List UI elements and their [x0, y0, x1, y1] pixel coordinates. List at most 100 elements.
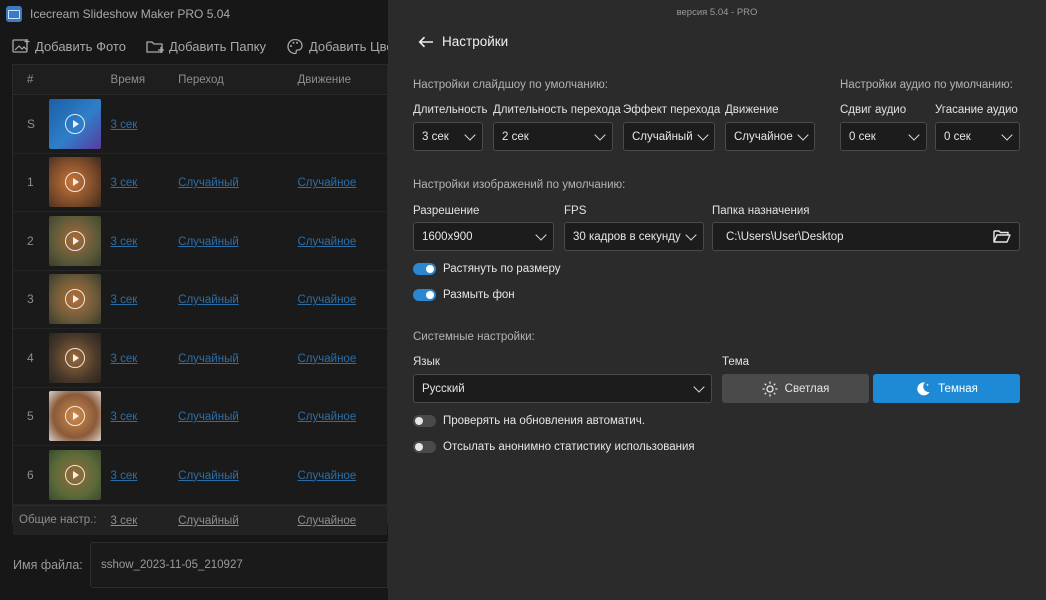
add-color-label: Добавить Цвет [308, 38, 388, 54]
row-time-link[interactable]: 3 сек [111, 177, 138, 189]
theme-light-label: Светлая [784, 382, 830, 395]
row-motion-link[interactable]: Случайное [298, 236, 357, 248]
theme-dark-label: Темная [938, 382, 978, 395]
table-row[interactable]: 2 3 сек Случайный Случайное [13, 212, 387, 271]
destination-folder-field[interactable]: C:\Users\User\Desktop [712, 222, 1020, 251]
slide-thumbnail[interactable] [48, 215, 101, 266]
footer-transition-link[interactable]: Случайный [178, 515, 239, 527]
play-icon[interactable] [64, 113, 85, 134]
general-settings-label: Общие настр.: [19, 514, 97, 526]
chevron-down-icon [696, 128, 709, 141]
table-row[interactable]: 1 3 сек Случайный Случайное [13, 154, 387, 212]
duration-select[interactable]: 3 сек [413, 122, 483, 151]
transition-effect-label: Эффект перехода [623, 104, 721, 116]
audio-shift-select[interactable]: 0 сек [840, 122, 927, 151]
add-folder-button[interactable]: Добавить Папку [146, 38, 266, 55]
stretch-toggle[interactable] [413, 263, 436, 275]
slide-thumbnail[interactable] [48, 332, 101, 383]
play-icon[interactable] [64, 230, 85, 251]
row-time-link[interactable]: 3 сек [111, 353, 138, 365]
audio-fade-select[interactable]: 0 сек [935, 122, 1020, 151]
slide-thumbnail[interactable] [48, 391, 101, 442]
motion-label: Движение [725, 104, 779, 116]
theme-light-button[interactable]: Светлая [722, 374, 869, 403]
row-transition-link[interactable]: Случайный [178, 177, 239, 189]
images-section-title: Настройки изображений по умолчанию: [413, 179, 626, 191]
duration-value: 3 сек [422, 130, 449, 143]
theme-dark-button[interactable]: Темная [873, 374, 1020, 403]
row-transition-link[interactable]: Случайный [178, 294, 239, 306]
slide-thumbnail[interactable] [48, 157, 101, 208]
slide-thumbnail[interactable] [48, 274, 101, 325]
motion-value: Случайное [734, 130, 793, 143]
transition-duration-label: Длительность перехода [493, 104, 621, 116]
blur-background-label: Размыть фон [443, 289, 515, 301]
palette-icon [287, 38, 303, 54]
blur-toggle-row: Размыть фон [413, 289, 515, 301]
back-button[interactable]: Настройки [418, 34, 508, 49]
audio-shift-value: 0 сек [849, 130, 876, 143]
auto-update-toggle[interactable] [413, 415, 436, 427]
table-row[interactable]: 6 3 сек Случайный Случайное [13, 446, 387, 505]
chevron-down-icon [1001, 128, 1013, 141]
moon-icon [917, 381, 930, 395]
duration-label: Длительность [413, 104, 488, 116]
version-label: версия 5.04 - PRO [676, 7, 758, 18]
row-time-link[interactable]: 3 сек [111, 119, 138, 131]
chevron-down-icon [594, 128, 606, 141]
play-icon[interactable] [64, 172, 85, 193]
app-logo-icon [6, 6, 22, 22]
row-motion-link[interactable]: Случайное [298, 411, 357, 423]
row-motion-link[interactable]: Случайное [298, 470, 357, 482]
row-transition-link[interactable]: Случайный [178, 470, 239, 482]
destination-folder-value: C:\Users\User\Desktop [726, 230, 844, 243]
table-footer: Общие настр.: 3 сек Случайный Случайное [13, 504, 387, 535]
row-time-link[interactable]: 3 сек [111, 470, 138, 482]
add-photo-button[interactable]: Добавить Фото [12, 38, 126, 55]
fps-select[interactable]: 30 кадров в секунду [564, 222, 704, 251]
chevron-down-icon [535, 228, 547, 241]
footer-motion-link[interactable]: Случайное [297, 515, 356, 527]
transition-duration-select[interactable]: 2 сек [493, 122, 613, 151]
play-icon[interactable] [64, 347, 85, 368]
play-icon[interactable] [64, 464, 85, 485]
slide-thumbnail[interactable] [48, 98, 101, 149]
statistics-toggle[interactable] [413, 441, 436, 453]
footer-time-link[interactable]: 3 сек [111, 515, 138, 527]
resolution-value: 1600x900 [422, 230, 473, 243]
motion-select[interactable]: Случайное [725, 122, 815, 151]
row-motion-link[interactable]: Случайное [298, 353, 357, 365]
row-time-link[interactable]: 3 сек [111, 411, 138, 423]
table-row[interactable]: 5 3 сек Случайный Случайное [13, 388, 387, 446]
row-transition-link[interactable]: Случайный [178, 411, 239, 423]
row-motion-link[interactable]: Случайное [298, 294, 357, 306]
table-row[interactable]: 4 3 сек Случайный Случайное [13, 329, 387, 388]
row-transition-link[interactable]: Случайный [178, 353, 239, 365]
file-name-label: Имя файла: [13, 558, 83, 572]
blur-background-toggle[interactable] [413, 289, 436, 301]
toolbar: Добавить Фото Добавить Папку Добавить Цв… [0, 34, 388, 58]
arrow-left-icon [418, 36, 433, 47]
table-row[interactable]: 3 3 сек Случайный Случайное [13, 271, 387, 329]
folder-open-icon[interactable] [993, 229, 1011, 244]
transition-effect-select[interactable]: Случайный [623, 122, 715, 151]
slide-thumbnail[interactable] [48, 449, 101, 500]
chevron-down-icon [693, 380, 705, 393]
row-transition-link[interactable]: Случайный [178, 236, 239, 248]
play-icon[interactable] [64, 289, 85, 310]
row-time-link[interactable]: 3 сек [111, 294, 138, 306]
settings-title: Настройки [442, 34, 509, 49]
row-num: 6 [27, 467, 34, 482]
add-color-button[interactable]: Добавить Цвет [286, 38, 388, 55]
play-icon[interactable] [64, 406, 85, 427]
sun-icon [762, 381, 778, 396]
settings-panel: версия 5.04 - PRO Настройки Настройки сл… [388, 0, 1046, 600]
row-motion-link[interactable]: Случайное [298, 177, 357, 189]
chevron-down-icon [908, 128, 920, 141]
stretch-toggle-row: Растянуть по размеру [413, 263, 561, 275]
file-name-input[interactable]: sshow_2023-11-05_210927 [90, 542, 388, 588]
table-row[interactable]: S 3 сек [13, 95, 387, 154]
row-time-link[interactable]: 3 сек [111, 236, 138, 248]
language-select[interactable]: Русский [413, 374, 712, 403]
resolution-select[interactable]: 1600x900 [413, 222, 554, 251]
